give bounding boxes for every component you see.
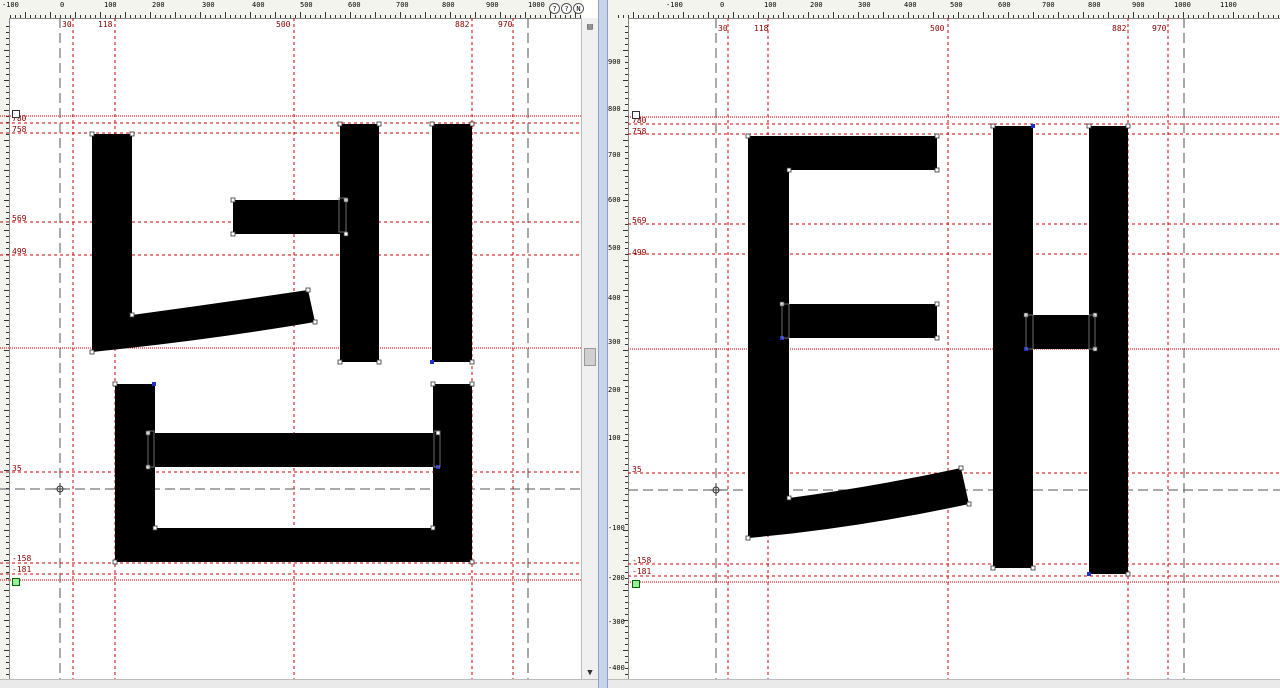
ruler-label: 300 xyxy=(202,1,215,9)
scroll-down-icon[interactable]: ▼ xyxy=(582,666,598,680)
guide-label: 569 xyxy=(12,214,27,223)
guide-label: 30 xyxy=(718,24,728,33)
guide-label: 500 xyxy=(930,24,945,33)
ruler-label: 500 xyxy=(300,1,313,9)
guide-label: 970 xyxy=(498,20,513,29)
ruler-label: 200 xyxy=(152,1,165,9)
zero-marker-icon[interactable] xyxy=(632,580,640,588)
ruler-label: 700 xyxy=(396,1,409,9)
horizontal-scrollbar[interactable] xyxy=(0,679,598,688)
ruler-label: 900 xyxy=(486,1,499,9)
glyph-shape[interactable] xyxy=(748,126,1128,574)
vertical-scrollbar[interactable]: ▤ ▼ xyxy=(581,18,598,680)
ruler-label: 700 xyxy=(608,151,621,159)
guide-label: 758 xyxy=(12,125,27,134)
guide-label: 499 xyxy=(12,247,27,256)
ruler-label: 800 xyxy=(442,1,455,9)
horizontal-ruler: -100 0 100 200 300 400 500 600 700 800 9… xyxy=(0,0,584,19)
ruler-label: 300 xyxy=(608,338,621,346)
glyph-shape[interactable] xyxy=(92,124,472,562)
help-icon[interactable]: ? xyxy=(561,3,572,14)
ruler-label: 400 xyxy=(904,1,917,9)
guide-label: 569 xyxy=(632,216,647,225)
origin-marker xyxy=(54,483,66,495)
ruler-label: 100 xyxy=(764,1,777,9)
ruler-label: 400 xyxy=(252,1,265,9)
ruler-label: 600 xyxy=(348,1,361,9)
guide-label: 882 xyxy=(1112,24,1127,33)
ruler-label: 800 xyxy=(608,105,621,113)
ruler-label: 800 xyxy=(1088,1,1101,9)
ruler-label: 600 xyxy=(608,196,621,204)
ruler-label: 300 xyxy=(858,1,871,9)
guide-label: 758 xyxy=(632,127,647,136)
horizontal-scrollbar[interactable] xyxy=(608,679,1280,688)
guide-label: -158 xyxy=(12,554,32,563)
guide-label: 499 xyxy=(632,248,647,257)
zero-marker-icon[interactable] xyxy=(12,578,20,586)
ruler-label: 1000 xyxy=(528,1,545,9)
dotted-guides xyxy=(628,116,1280,583)
ruler-label: 100 xyxy=(104,1,117,9)
guide-label: 118 xyxy=(98,20,113,29)
ruler-label: -400 xyxy=(608,664,625,672)
vertical-ruler: 900 800 700 600 500 400 300 200 100 -100… xyxy=(608,18,629,688)
ruler-label: 0 xyxy=(60,1,65,9)
ruler-label: 900 xyxy=(1132,1,1145,9)
guide-label: -158 xyxy=(632,556,652,565)
ruler-label: -200 xyxy=(608,574,625,582)
scroll-menu-icon[interactable]: ▤ xyxy=(582,20,598,34)
glyph-editor-right[interactable]: -100 0 100 200 300 400 500 600 700 800 9… xyxy=(608,0,1280,688)
ruler-label: 700 xyxy=(1042,1,1055,9)
guide-label: 35 xyxy=(632,465,642,474)
guide-label: 882 xyxy=(455,20,470,29)
ruler-label: 200 xyxy=(608,386,621,394)
ruler-label: 1000 xyxy=(1174,1,1191,9)
horizontal-guides xyxy=(628,123,1280,577)
guide-label: 500 xyxy=(276,20,291,29)
horizontal-ruler: -100 0 100 200 300 400 500 600 700 800 9… xyxy=(608,0,1280,19)
ruler-label: 600 xyxy=(998,1,1011,9)
glyph-canvas[interactable] xyxy=(0,18,582,680)
ruler-label: 100 xyxy=(608,434,621,442)
ruler-label: -100 xyxy=(666,1,683,9)
ruler-label: -100 xyxy=(2,1,19,9)
guide-label: 30 xyxy=(62,20,72,29)
ruler-label: 500 xyxy=(608,244,621,252)
pane-splitter[interactable] xyxy=(598,0,608,688)
ruler-label: 500 xyxy=(950,1,963,9)
metric-lines xyxy=(0,18,582,680)
dotted-guides xyxy=(0,115,582,581)
scroll-thumb[interactable] xyxy=(584,348,596,366)
ruler-label: 200 xyxy=(810,1,823,9)
guide-label: 35 xyxy=(12,464,22,473)
guide-label: 118 xyxy=(754,24,769,33)
glyph-editor-left[interactable]: -100 0 100 200 300 400 500 600 700 800 9… xyxy=(0,0,598,688)
guide-label: -181 xyxy=(12,565,32,574)
ruler-label: 900 xyxy=(608,58,621,66)
ruler-label: 400 xyxy=(608,294,621,302)
glyph-canvas[interactable] xyxy=(628,18,1280,680)
guide-label: 970 xyxy=(1152,24,1167,33)
bookmark-icon[interactable] xyxy=(12,110,20,118)
ruler-label: 1100 xyxy=(1220,1,1237,9)
ruler-label: 0 xyxy=(720,1,725,9)
guide-label: -181 xyxy=(632,567,652,576)
origin-marker xyxy=(710,484,722,496)
bookmark-icon[interactable] xyxy=(632,111,640,119)
